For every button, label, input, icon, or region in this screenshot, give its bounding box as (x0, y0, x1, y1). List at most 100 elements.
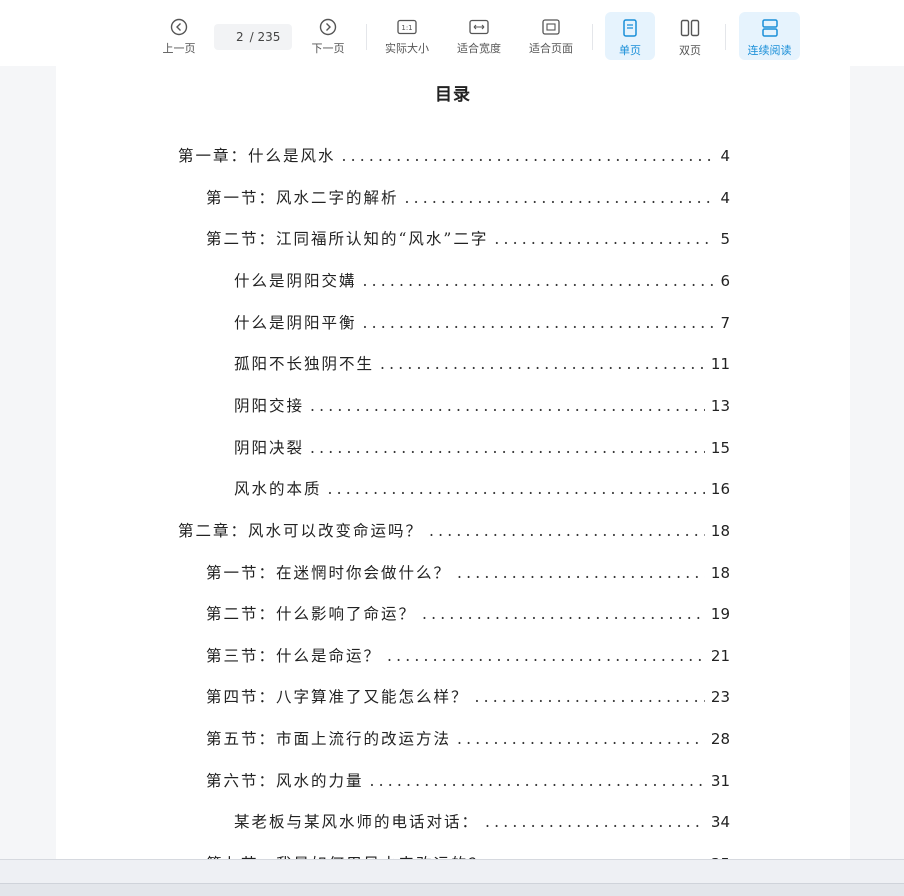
toc-entry[interactable]: 什么是阴阳平衡.................................… (234, 311, 730, 333)
toc-dot-leader: ........................................… (362, 271, 715, 290)
toc-entry[interactable]: 孤阳不长独阴不生................................… (234, 352, 730, 374)
chevron-left-circle-icon (170, 18, 188, 36)
toc-entry-page-number: 7 (720, 313, 730, 332)
fit-width-icon (469, 19, 489, 35)
toc-dot-leader: ........................................… (310, 396, 705, 415)
toc-entry-title: 第三节：什么是命运？ (206, 646, 382, 665)
toc-entry-title: 第五节：市面上流行的改运方法 (206, 730, 452, 749)
page-total: / 235 (249, 30, 281, 44)
toolbar: 上一页 / 235 下一页 1:1 实际大小 适合宽度 (0, 0, 904, 66)
toc-entry-title: 什么是阴阳平衡 (234, 313, 357, 332)
toc-entry-title: 某老板与某风水师的电话对话： (234, 813, 480, 832)
toc-entry-page-number: 11 (710, 355, 730, 374)
toc-entry-page-number: 18 (710, 563, 730, 582)
toc-entry-title: 阴阳交接 (234, 396, 305, 415)
toc-dot-leader: ........................................… (429, 521, 705, 540)
toc-entry[interactable]: 阴阳交接....................................… (234, 394, 730, 416)
chevron-right-circle-icon (319, 18, 337, 36)
toc-entry-page-number: 6 (720, 271, 730, 290)
toc-dot-leader: ........................................… (457, 563, 705, 582)
status-bar (0, 859, 904, 896)
single-page-icon (623, 19, 637, 37)
toc-entry[interactable]: 第一节：风水二字的解析.............................… (206, 186, 730, 208)
actual-size-icon: 1:1 (397, 19, 417, 35)
toc-dot-leader: ........................................… (474, 688, 705, 707)
prev-page-label: 上一页 (162, 42, 196, 55)
toc-dot-leader: ........................................… (457, 730, 705, 749)
toc-entry-page-number: 13 (710, 396, 730, 415)
toc-entry-title: 孤阳不长独阴不生 (234, 355, 375, 374)
toc-entry-title: 什么是阴阳交媾 (234, 271, 357, 290)
fit-width-label: 适合宽度 (457, 42, 501, 55)
continuous-reading-button[interactable]: 连续阅读 (739, 12, 800, 60)
toc-entry-title: 第四节：八字算准了又能怎么样？ (206, 688, 469, 707)
toc-entry[interactable]: 第二节：什么影响了命运？............................… (206, 602, 730, 624)
toc-dot-leader: ........................................… (327, 480, 705, 499)
toc-dot-leader: ........................................… (369, 771, 705, 790)
fit-page-button[interactable]: 适合页面 (525, 12, 577, 60)
toc-entry-page-number: 16 (710, 480, 730, 499)
toc-entry[interactable]: 第四节：八字算准了又能怎么样？.........................… (206, 685, 730, 707)
actual-size-button[interactable]: 1:1 实际大小 (381, 12, 433, 60)
double-page-button[interactable]: 双页 (668, 12, 712, 60)
toc-dot-leader: ........................................… (422, 605, 705, 624)
toc-entry[interactable]: 第三节：什么是命运？..............................… (206, 644, 730, 666)
toc-entry-page-number: 18 (710, 521, 730, 540)
toc-dot-leader: ........................................… (404, 188, 715, 207)
toc-entry-title: 阴阳决裂 (234, 438, 305, 457)
toc-entry[interactable]: 第二章：风水可以改变命运吗？..........................… (178, 519, 730, 541)
toc-entry-page-number: 5 (720, 230, 730, 249)
toc-dot-leader: ........................................… (494, 230, 714, 249)
fit-width-button[interactable]: 适合宽度 (453, 12, 505, 60)
toc-entry[interactable]: 什么是阴阳交媾.................................… (234, 269, 730, 291)
single-page-button[interactable]: 单页 (605, 12, 655, 60)
toc-entry[interactable]: 第二节：江同福所认知的“风水”二字.......................… (206, 227, 730, 249)
toc-entry-title: 第一节：在迷惘时你会做什么？ (206, 563, 452, 582)
toc-entry[interactable]: 风水的本质...................................… (234, 477, 730, 499)
toc-entry[interactable]: 第七节：我是如何用风水来改运的？........................… (206, 852, 730, 859)
continuous-reading-label: 连续阅读 (747, 44, 792, 57)
toc-entry-title: 第七节：我是如何用风水来改运的？ (206, 852, 486, 859)
page-number-input[interactable] (225, 30, 244, 44)
toc-entry[interactable]: 阴阳决裂....................................… (234, 436, 730, 458)
toc-dot-leader: ........................................… (387, 646, 705, 665)
toc-dot-leader: ........................................… (380, 355, 705, 374)
toc-dot-leader: ........................................… (362, 313, 715, 332)
toolbar-divider (725, 24, 726, 50)
toc-entry-page-number: 4 (720, 188, 730, 207)
toc-entry-title: 第二节：江同福所认知的“风水”二字 (206, 230, 489, 249)
toc-entry[interactable]: 第六节：风水的力量...............................… (206, 769, 730, 791)
toc-entry-title: 第一章：什么是风水 (178, 147, 336, 165)
toc-entry[interactable]: 某老板与某风水师的电话对话：..........................… (234, 810, 730, 832)
toc-entry[interactable]: 第一节：在迷惘时你会做什么？..........................… (206, 561, 730, 583)
prev-page-button[interactable]: 上一页 (158, 12, 200, 60)
page-indicator: / 235 (214, 24, 292, 50)
next-page-label: 下一页 (311, 42, 345, 55)
toc-dot-leader: ........................................… (341, 147, 715, 165)
continuous-reading-icon (761, 19, 778, 37)
actual-size-label: 实际大小 (385, 42, 429, 55)
toc-entry-title: 第六节：风水的力量 (206, 771, 364, 790)
actual-size-glyph: 1:1 (401, 24, 412, 32)
toc-entry[interactable]: 第五节：市面上流行的改运方法..........................… (206, 727, 730, 749)
toc-entry-title: 第一节：风水二字的解析 (206, 188, 399, 207)
toc-entry-title: 第二章：风水可以改变命运吗？ (178, 521, 424, 540)
double-page-icon (680, 19, 700, 37)
toc-entry[interactable]: 第一章：什么是风水...............................… (178, 144, 730, 166)
toc-entry-page-number: 34 (710, 813, 730, 832)
next-page-button[interactable]: 下一页 (307, 12, 349, 60)
toc-entry-page-number: 23 (710, 688, 730, 707)
toc-title: 目录 (435, 85, 471, 105)
horizontal-scrollbar[interactable] (0, 883, 904, 896)
double-page-label: 双页 (679, 44, 701, 57)
toolbar-divider (592, 24, 593, 50)
document-page: 目录 第一章：什么是风水............................… (56, 66, 850, 859)
toc-entry-page-number: 15 (710, 438, 730, 457)
toc-entry-page-number: 21 (710, 646, 730, 665)
toc-entry-page-number: 28 (710, 730, 730, 749)
toc-dot-leader: ........................................… (485, 813, 705, 832)
toc-dot-leader: ........................................… (310, 438, 705, 457)
toc-entry-title: 第二节：什么影响了命运？ (206, 605, 417, 624)
single-page-label: 单页 (619, 44, 641, 57)
fit-page-icon (542, 19, 560, 35)
